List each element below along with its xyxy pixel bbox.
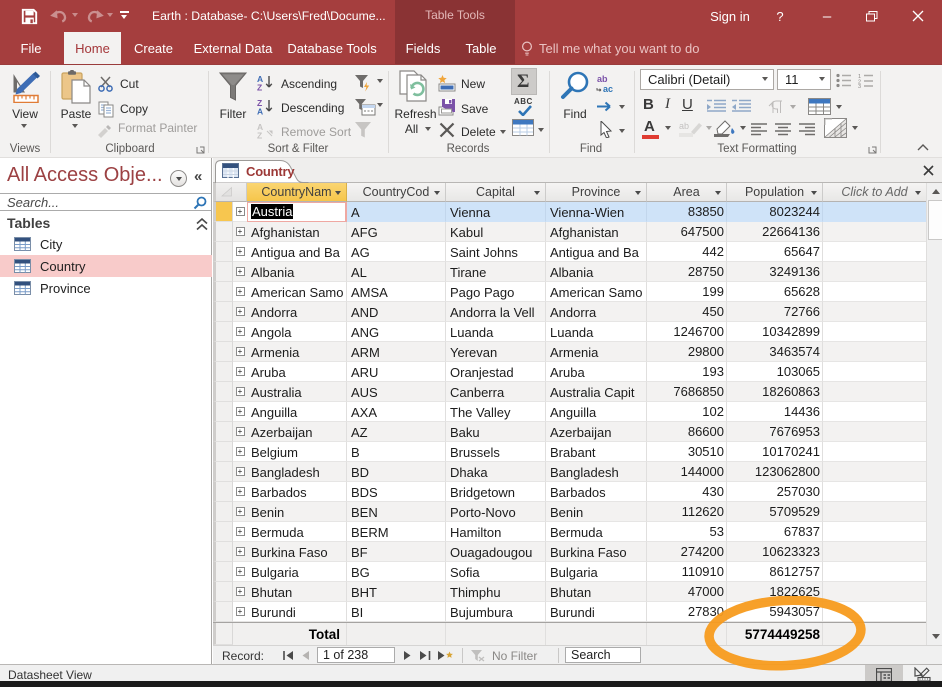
svg-text:ac: ac (603, 84, 613, 93)
svg-text:Z: Z (257, 131, 262, 140)
svg-text:ab: ab (597, 74, 608, 84)
svg-text:A: A (257, 107, 263, 116)
svg-text:Z: Z (257, 83, 262, 92)
svg-text:3: 3 (858, 84, 861, 88)
svg-text:ab: ab (679, 121, 689, 131)
